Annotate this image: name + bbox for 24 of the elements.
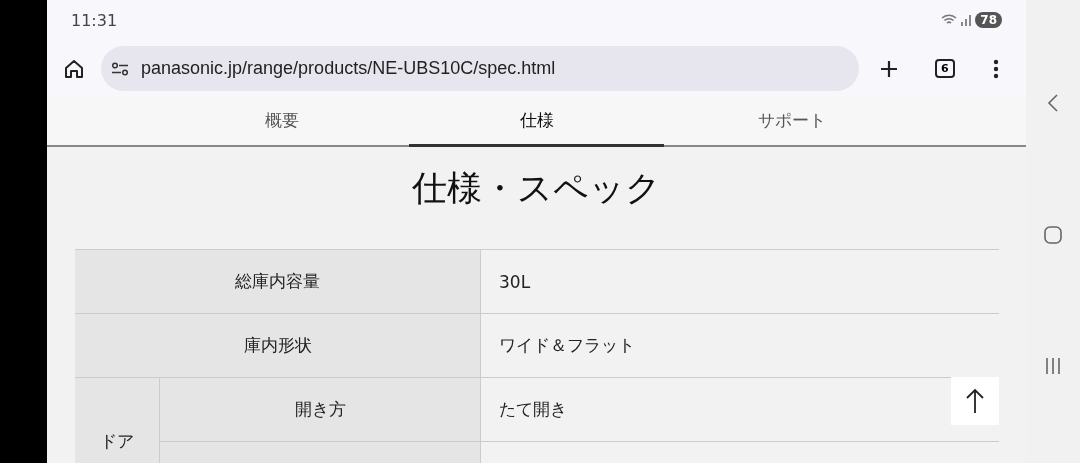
site-settings-icon[interactable] [111, 61, 129, 76]
new-tab-icon[interactable] [879, 58, 899, 79]
home-icon[interactable] [63, 57, 85, 80]
signal-icon [960, 14, 973, 26]
wifi-icon [941, 14, 958, 26]
spec-label: 庫内形状 [75, 314, 480, 378]
back-to-top-button[interactable] [951, 377, 999, 425]
address-bar[interactable]: panasonic.jp/range/products/NE-UBS10C/spec.html [101, 46, 859, 91]
group-label: ドア [75, 378, 160, 463]
page-tab[interactable]: サポート [664, 97, 919, 147]
page-tab[interactable]: 仕様 [409, 97, 664, 147]
menu-icon[interactable] [992, 58, 999, 79]
page-heading: 仕様・スペック [411, 167, 662, 210]
tab-count-button[interactable]: 6 [935, 59, 955, 78]
spec-value: 30L [480, 250, 999, 314]
up-arrow-icon [965, 388, 985, 414]
spec-label: 開き方 [160, 378, 480, 442]
home-button-icon[interactable] [1043, 225, 1063, 245]
page-tab[interactable]: 概要 [154, 97, 409, 147]
status-time: 11:31 [71, 10, 118, 30]
battery-indicator: 78 [975, 12, 1002, 28]
spec-label: 総庫内容量 [75, 250, 480, 314]
recent-apps-icon[interactable] [1044, 357, 1062, 375]
back-icon[interactable] [1047, 93, 1059, 113]
